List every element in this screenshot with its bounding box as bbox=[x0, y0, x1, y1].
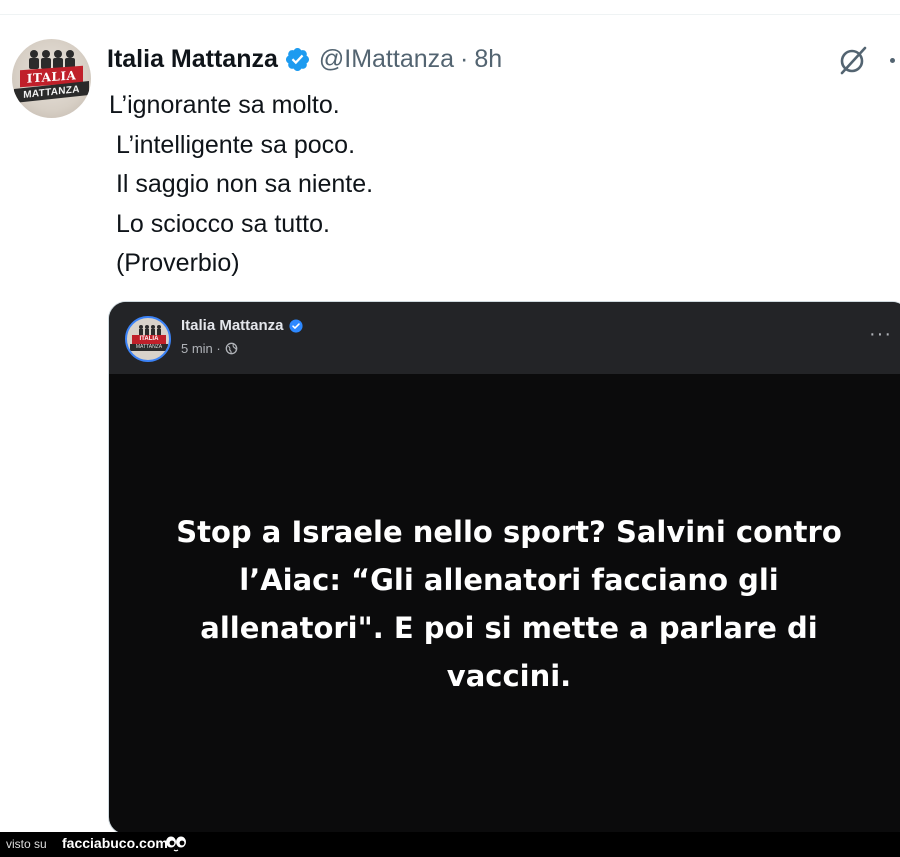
verified-badge-icon[interactable] bbox=[284, 46, 311, 73]
more-icon[interactable] bbox=[890, 58, 895, 63]
embedded-author: Italia Mattanza bbox=[181, 317, 303, 334]
headline-line: vaccini. bbox=[446, 659, 572, 693]
embedded-media-card[interactable]: ITALIA MATTANZA Italia Mattanza 5 min · … bbox=[108, 301, 900, 835]
embedded-avatar-subtitle: MATTANZA bbox=[130, 344, 168, 351]
eyes-logo-icon bbox=[166, 836, 186, 852]
top-divider bbox=[0, 14, 900, 15]
embedded-meta: 5 min · bbox=[181, 341, 238, 356]
tweet-line: L’ignorante sa molto. bbox=[109, 91, 340, 119]
avatar[interactable]: ITALIA MATTANZA bbox=[12, 39, 91, 118]
globe-icon bbox=[225, 342, 238, 355]
embedded-more-icon: ··· bbox=[869, 323, 892, 345]
verified-badge-icon bbox=[288, 318, 303, 333]
separator-dot: · bbox=[460, 44, 469, 73]
headline-line: l’Aiac: “Gli allenatori facciano gli bbox=[239, 563, 779, 597]
avatar-figures-icon bbox=[139, 325, 161, 335]
embedded-time: 5 min · bbox=[181, 341, 221, 356]
watermark-bar: visto su facciabuco.com bbox=[0, 832, 900, 857]
tweet-header: Italia Mattanza @IMattanza · 8h bbox=[107, 42, 502, 76]
watermark-prefix: visto su bbox=[6, 837, 47, 851]
tweet-line: (Proverbio) bbox=[109, 249, 240, 277]
grok-icon[interactable] bbox=[836, 43, 870, 77]
display-name[interactable]: Italia Mattanza bbox=[107, 45, 278, 74]
embedded-avatar-banner: ITALIA bbox=[132, 335, 166, 344]
tweet-line: Il saggio non sa niente. bbox=[109, 170, 374, 198]
tweet-text: L’ignorante sa molto. L’intelligente sa … bbox=[109, 86, 809, 284]
headline-line: Stop a Israele nello sport? Salvini cont… bbox=[176, 515, 842, 549]
embedded-post-header: ITALIA MATTANZA Italia Mattanza 5 min · … bbox=[109, 302, 900, 374]
embedded-author-name: Italia Mattanza bbox=[181, 317, 284, 334]
timestamp[interactable]: 8h bbox=[474, 45, 502, 74]
tweet-line: L’intelligente sa poco. bbox=[109, 130, 356, 159]
handle[interactable]: @IMattanza bbox=[319, 45, 454, 74]
embedded-avatar: ITALIA MATTANZA bbox=[125, 316, 171, 362]
embedded-headline: Stop a Israele nello sport? Salvini cont… bbox=[139, 508, 879, 700]
watermark-brand: facciabuco.com bbox=[62, 835, 168, 851]
tweet-line: Lo sciocco sa tutto. bbox=[109, 209, 330, 238]
headline-line: allenatori". E poi si mette a parlare di bbox=[200, 611, 818, 645]
